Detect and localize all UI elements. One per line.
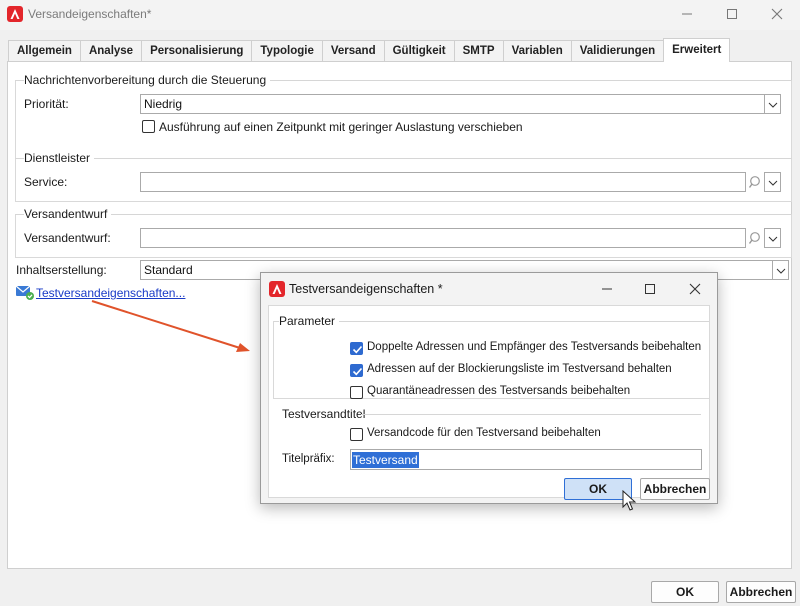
- search-icon[interactable]: [748, 175, 763, 192]
- group-title-versandentwurf: Versandentwurf: [24, 207, 112, 221]
- tab-versand[interactable]: Versand: [321, 40, 385, 62]
- tab-gueltigkeit[interactable]: Gültigkeit: [383, 40, 455, 62]
- dialog-minimize-icon[interactable]: [594, 278, 620, 300]
- versandentwurf-input[interactable]: [140, 228, 746, 248]
- tab-smtp[interactable]: SMTP: [453, 40, 504, 62]
- service-label: Service:: [24, 175, 68, 189]
- tab-validierungen[interactable]: Validierungen: [570, 40, 665, 62]
- option-quarantine-label: Quarantäneadressen des Testversands beib…: [367, 385, 631, 397]
- option-blocklist-label: Adressen auf der Blockierungsliste im Te…: [367, 363, 672, 375]
- priority-select[interactable]: Niedrig: [140, 94, 770, 114]
- group-title-parameter: Parameter: [279, 314, 340, 328]
- option-blocklist-checkbox[interactable]: [350, 364, 363, 377]
- dialog-maximize-icon[interactable]: [637, 278, 663, 300]
- search-icon[interactable]: [748, 231, 763, 248]
- chevron-down-icon: [768, 175, 778, 189]
- keep-code-label: Versandcode für den Testversand beibehal…: [367, 427, 601, 439]
- option-duplicates-label: Doppelte Adressen und Empfänger des Test…: [367, 341, 702, 353]
- title-bar: Versandeigenschaften*: [0, 0, 800, 30]
- group-title-dienstleister: Dienstleister: [24, 151, 95, 165]
- group-title-nachricht: Nachrichtenvorbereitung durch die Steuer…: [24, 73, 271, 87]
- versandentwurf-dropdown-button[interactable]: [764, 228, 781, 248]
- priority-dropdown-button[interactable]: [764, 94, 781, 114]
- option-duplicates-checkbox[interactable]: [350, 342, 363, 355]
- chevron-down-icon: [768, 97, 778, 111]
- mouse-cursor-icon: [622, 490, 637, 511]
- group-title-testversandtitel: Testversandtitel: [282, 407, 370, 421]
- tab-typologie[interactable]: Typologie: [251, 40, 323, 62]
- dialog-close-icon[interactable]: [682, 278, 708, 300]
- minimize-icon[interactable]: [674, 3, 700, 25]
- option-quarantine-checkbox[interactable]: [350, 386, 363, 399]
- chevron-down-icon: [776, 263, 786, 277]
- chevron-down-icon: [768, 231, 778, 245]
- maximize-icon[interactable]: [719, 3, 745, 25]
- app-logo-icon: [269, 281, 285, 297]
- tab-personalisierung[interactable]: Personalisierung: [141, 40, 253, 62]
- tab-bar: Allgemein Analyse Personalisierung Typol…: [8, 38, 731, 62]
- group-line-dienstleister: [15, 158, 792, 159]
- dialog-title: Testversandeigenschaften *: [289, 282, 443, 296]
- tab-erweitert[interactable]: Erweitert: [663, 38, 731, 62]
- tab-analyse[interactable]: Analyse: [79, 40, 143, 62]
- keep-code-checkbox[interactable]: [350, 428, 363, 441]
- close-icon[interactable]: [764, 3, 790, 25]
- defer-checkbox[interactable]: [142, 120, 155, 133]
- dialog-body: Parameter Doppelte Adressen und Empfänge…: [268, 305, 710, 500]
- dialog-cancel-button[interactable]: Abbrechen: [640, 478, 710, 500]
- versandentwurf-label: Versandentwurf:: [24, 231, 111, 245]
- mail-settings-icon: [15, 284, 35, 303]
- service-input[interactable]: [140, 172, 746, 192]
- group-line-versandentwurf: [15, 214, 792, 215]
- prefix-selected-text: Testversand: [352, 452, 419, 468]
- prefix-input[interactable]: Testversand: [350, 449, 702, 470]
- app-logo-icon: [7, 6, 23, 22]
- test-properties-dialog: Testversandeigenschaften * Parameter Dop…: [260, 272, 718, 504]
- group-line-testversandtitel: [361, 414, 701, 415]
- prefix-label: Titelpräfix:: [282, 453, 335, 465]
- priority-label: Priorität:: [24, 97, 69, 111]
- inhalt-dropdown-button[interactable]: [772, 260, 789, 280]
- tab-variablen[interactable]: Variablen: [502, 40, 572, 62]
- cancel-button[interactable]: Abbrechen: [726, 581, 796, 603]
- inhalt-label: Inhaltserstellung:: [16, 263, 107, 277]
- ok-button[interactable]: OK: [651, 581, 719, 603]
- defer-label: Ausführung auf einen Zeitpunkt mit gerin…: [159, 120, 523, 134]
- window-title: Versandeigenschaften*: [28, 7, 152, 21]
- service-dropdown-button[interactable]: [764, 172, 781, 192]
- tab-allgemein[interactable]: Allgemein: [8, 40, 81, 62]
- test-properties-link[interactable]: Testversandeigenschaften...: [36, 286, 185, 300]
